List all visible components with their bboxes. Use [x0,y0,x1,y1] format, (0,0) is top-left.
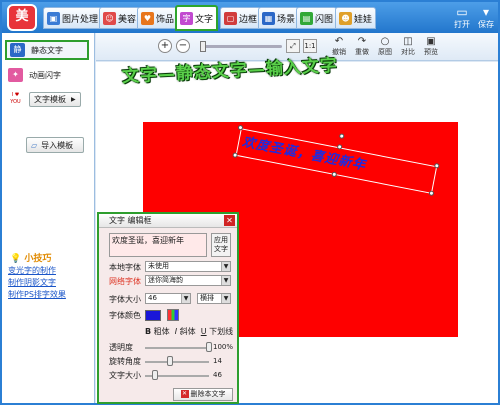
import-template-button[interactable]: ▱ 导入模板 [26,137,84,153]
chevron-right-icon: ▶ [71,95,76,103]
text-template-button[interactable]: 文字模板 ▶ [29,91,81,107]
original-button[interactable]: ○ 原图 [374,36,396,57]
folder-icon: ▭ [456,5,468,19]
tab-scene[interactable]: ▦ 场景 [258,7,300,29]
sidebar-item-static-text[interactable]: 静 静态文字 [5,40,89,60]
close-icon[interactable]: ✕ [224,215,235,226]
web-font-label: 网络字体 [109,277,141,286]
face-icon: ☺ [103,11,116,25]
love-icon: I ♥ YOU [8,92,23,106]
apply-text-button[interactable]: 应用文字 [211,233,231,257]
rotation-slider-handle[interactable] [166,356,173,366]
local-font-select[interactable]: 未使用 ▼ [145,261,231,272]
app-logo: 美 [7,4,37,31]
chevron-down-icon: ▼ [221,262,230,271]
image-icon: ▣ [47,11,60,25]
chevron-down-icon: ▼ [221,294,230,303]
resize-handle-bl[interactable] [232,152,239,159]
fit-window-icon[interactable]: ⤢ [286,39,300,53]
text-editor-panel: 文字 编辑框 ✕ 欢度圣诞，喜迎新年 应用文字 本地字体 未使用 ▼ 网络字体 … [97,212,239,404]
tip-link-glow-text[interactable]: 变光字的制作 [8,265,56,276]
zoom-out-icon[interactable]: − [176,39,190,53]
palette-icon[interactable] [167,309,179,321]
font-size-label: 字体大小 [109,295,141,304]
web-font-select[interactable]: 迷你简海韵 ▼ [145,275,231,286]
delete-text-button[interactable]: ✕ 删除本文字 [173,388,233,401]
static-text-icon: 静 [10,43,25,57]
heart-icon: ♥ [141,11,154,25]
bold-toggle[interactable]: B 粗体 [145,327,170,336]
save-icon: ▾ [482,5,490,19]
top-nav-bar: 美 ▣ 图片处理 ☺ 美容 ♥ 饰品 字 文字 ▢ 边框 ▦ 场景 ▤ 闪图 ☻… [2,2,498,33]
resize-handle-bm[interactable] [331,171,338,178]
open-button[interactable]: ▭ 打开 [450,5,474,30]
tip-link-ps-text[interactable]: 制作PS排字效果 [8,289,66,300]
underline-icon: U [200,327,207,336]
underline-toggle[interactable]: U 下划线 [201,327,233,336]
scene-icon: ▦ [262,11,275,25]
redo-button[interactable]: ↷ 重做 [351,36,373,57]
opacity-slider-handle[interactable] [206,342,212,352]
frame-icon: ▢ [224,11,237,25]
editor-title: 文字 编辑框 [99,214,237,228]
redo-icon: ↷ [357,36,367,47]
text-size-slider-handle[interactable] [151,370,158,380]
import-icon: ▱ [31,140,38,150]
tab-accessories[interactable]: ♥ 饰品 [137,7,179,29]
flash-icon: ▤ [300,11,313,25]
text-input[interactable]: 欢度圣诞，喜迎新年 [109,233,207,257]
tip-link-shadow-text[interactable]: 制作阴影文字 [8,277,56,288]
sidebar-item-text-template[interactable]: I ♥ YOU 文字模板 ▶ [8,89,81,109]
doll-icon: ☻ [339,11,352,25]
tab-text[interactable]: 字 文字 [175,5,219,31]
font-color-label: 字体颜色 [109,311,141,320]
bold-icon: B [145,327,152,336]
zoom-in-icon[interactable]: + [158,39,172,53]
tab-flash[interactable]: ▤ 闪图 [296,7,338,29]
undo-icon: ↶ [334,36,344,47]
compare-button[interactable]: ◫ 对比 [397,36,419,57]
opacity-label: 透明度 [109,343,133,352]
tab-beauty[interactable]: ☺ 美容 [99,7,141,29]
tab-frame[interactable]: ▢ 边框 [220,7,262,29]
text-size-label: 文字大小 [109,371,141,380]
lightbulb-icon: 💡 [10,254,22,264]
text-direction-select[interactable]: 横排 ▼ [197,293,231,304]
font-style-options: B 粗体 I 斜体 U 下划线 [145,326,233,337]
tab-image-processing[interactable]: ▣ 图片处理 [43,7,103,29]
opacity-value: 100% [213,343,234,351]
font-color-swatch[interactable] [145,310,161,321]
sidebar-item-animated-text[interactable]: ✦ 动画闪字 [8,65,61,85]
text-size-value: 46 [213,371,222,379]
local-font-label: 本地字体 [109,263,141,272]
tab-doll[interactable]: ☻ 娃娃 [335,7,377,29]
font-size-select[interactable]: 46 ▼ [145,293,191,304]
rotation-value: 14 [213,357,222,365]
rotation-slider-track[interactable] [145,361,209,363]
text-icon: 字 [180,11,193,25]
italic-icon: I [174,327,178,336]
opacity-slider-track[interactable] [145,347,209,349]
rotate-handle[interactable] [338,133,345,140]
chevron-down-icon: ▼ [181,294,190,303]
italic-toggle[interactable]: I 斜体 [175,327,196,336]
tips-title: 💡 小技巧 [10,254,52,264]
preview-icon: ▣ [426,36,436,47]
sparkle-icon: ✦ [8,68,23,82]
rotation-label: 旋转角度 [109,357,141,366]
zoom-slider-track[interactable] [202,45,282,48]
original-icon: ○ [380,36,390,47]
sidebar: 静 静态文字 ✦ 动画闪字 I ♥ YOU 文字模板 ▶ ▱ 导入模板 💡 小技… [2,33,95,403]
delete-icon: ✕ [180,390,189,398]
compare-icon: ◫ [403,36,413,47]
chevron-down-icon: ▼ [221,276,230,285]
app-window: 美 ▣ 图片处理 ☺ 美容 ♥ 饰品 字 文字 ▢ 边框 ▦ 场景 ▤ 闪图 ☻… [0,0,500,405]
preview-button[interactable]: ▣ 预览 [420,36,442,57]
save-button[interactable]: ▾ 保存 [474,5,498,30]
zoom-slider-handle[interactable] [200,41,206,52]
